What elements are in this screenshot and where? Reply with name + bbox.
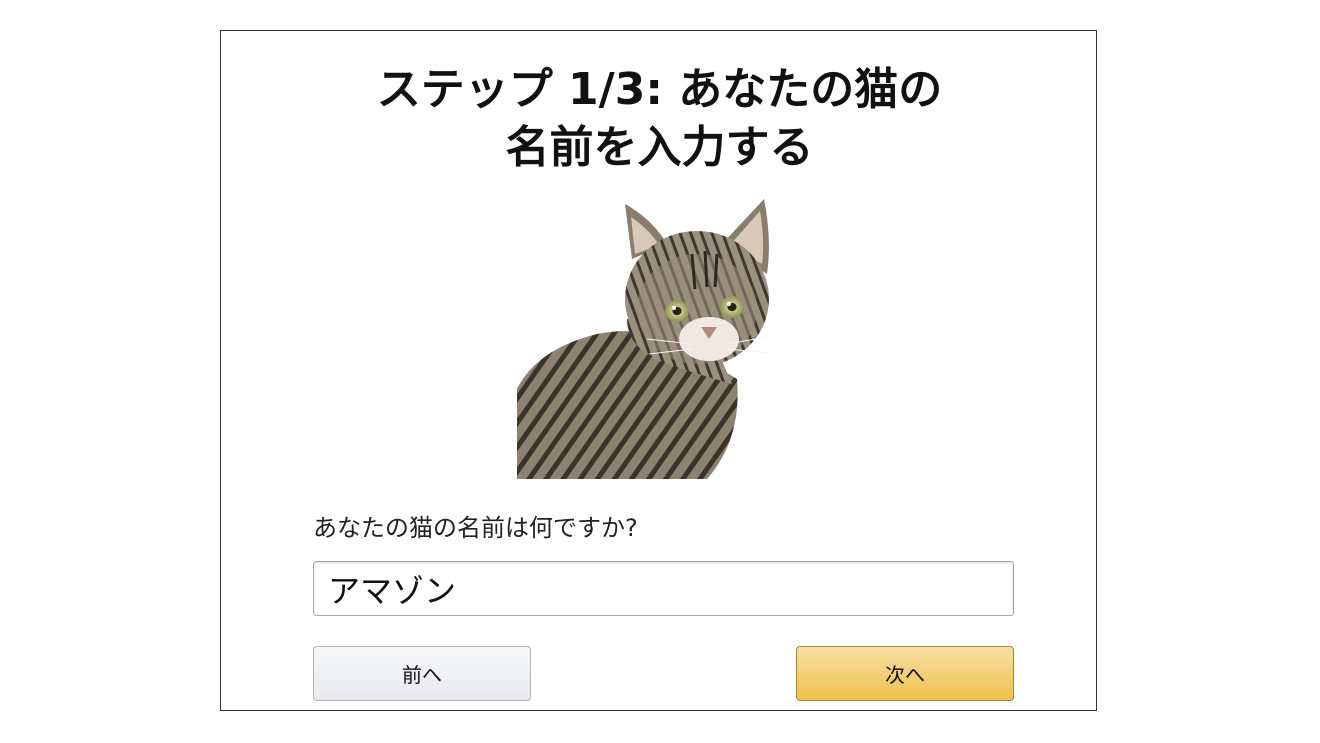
step-title-line-2: 名前を入力する <box>505 122 814 173</box>
step-title-line-1: ステップ 1/3: あなたの猫の <box>376 64 943 115</box>
previous-button[interactable]: 前へ <box>313 646 531 701</box>
cat-name-input[interactable] <box>313 561 1014 616</box>
step-title: ステップ 1/3: あなたの猫の 名前を入力する <box>221 61 1098 177</box>
next-button[interactable]: 次へ <box>796 646 1014 701</box>
cat-name-question: あなたの猫の名前は何ですか? <box>313 514 638 542</box>
wizard-panel: ステップ 1/3: あなたの猫の 名前を入力する あなたの猫の名前は何ですか? … <box>220 30 1097 711</box>
cat-photo <box>517 199 770 479</box>
